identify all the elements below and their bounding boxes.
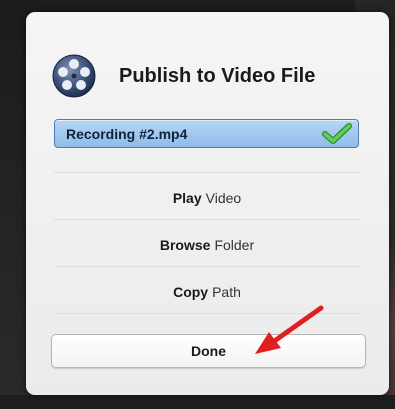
play-label: Play [172, 190, 202, 206]
dialog-header: Publish to Video File [52, 50, 315, 102]
red-arrow-icon [255, 305, 324, 354]
background-bottom [0, 395, 395, 409]
divider [54, 219, 360, 220]
divider [54, 266, 360, 267]
dialog-title: Publish to Video File [119, 64, 316, 87]
checkmark-icon [322, 122, 352, 144]
path-label: Path [212, 284, 241, 300]
folder-label: Folder [214, 237, 255, 253]
browse-folder-button[interactable]: Browse Folder [54, 227, 360, 263]
publish-dialog: Publish to Video File Recording #2.mp4 P… [26, 12, 389, 395]
play-video-button[interactable]: Play Video [54, 180, 360, 216]
copy-label: Copy [173, 284, 209, 300]
output-file-field[interactable]: Recording #2.mp4 [54, 119, 359, 148]
browse-label: Browse [159, 237, 211, 253]
video-label: Video [205, 190, 242, 206]
divider [54, 172, 360, 173]
film-reel-icon [52, 54, 96, 98]
output-file-name: Recording #2.mp4 [66, 125, 188, 142]
